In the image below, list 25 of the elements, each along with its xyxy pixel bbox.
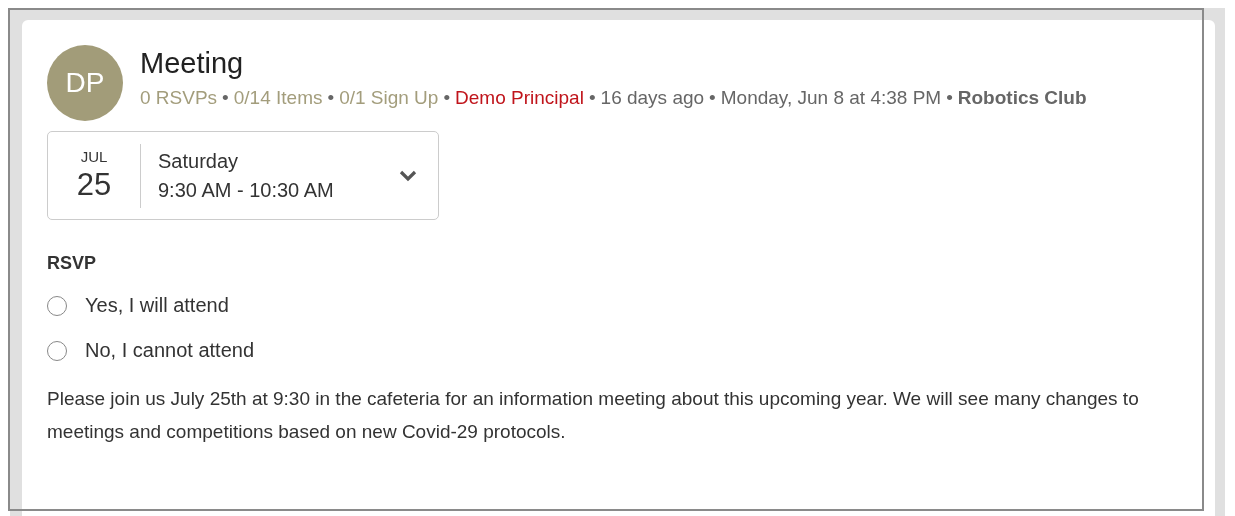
event-date-card[interactable]: JUL 25 Saturday 9:30 AM - 10:30 AM (47, 131, 439, 220)
separator: • (222, 87, 229, 108)
rsvp-option[interactable]: Yes, I will attend (47, 294, 229, 317)
count-text: 0/14 Items (233, 87, 323, 108)
day-number: 25 (76, 167, 112, 203)
chevron-down-icon[interactable] (398, 168, 418, 183)
weekday-text: Saturday (158, 149, 240, 173)
count-text: 0 RSVPs (140, 87, 218, 108)
separator: • (946, 87, 953, 108)
description-text: Please join us July 25th at 9:30 in the cafeteria for an information meeting about this upcoming year. We will see many changes to meetings and competitions based on new Covid-29 protocols. (47, 387, 1140, 444)
avatar: DP (47, 45, 123, 121)
month-text: JUL (80, 148, 108, 165)
count-text: 0/1 Sign Up (339, 87, 439, 108)
rsvp-option[interactable]: No, I cannot attend (47, 339, 254, 362)
author-link[interactable]: Demo Principal (455, 87, 584, 108)
post-title: Meeting (140, 46, 245, 80)
separator: • (588, 87, 596, 108)
group-name[interactable]: Robotics Club (957, 87, 1087, 108)
separator: • (443, 87, 451, 108)
meta-text: 16 days ago (600, 87, 705, 108)
time-range: 9:30 AM - 10:30 AM (158, 178, 335, 202)
separator: • (709, 87, 716, 108)
meta-text: Monday, Jun 8 at 4:38 PM (720, 87, 942, 108)
separator: • (327, 87, 335, 108)
rsvp-heading: RSVP (47, 253, 98, 274)
